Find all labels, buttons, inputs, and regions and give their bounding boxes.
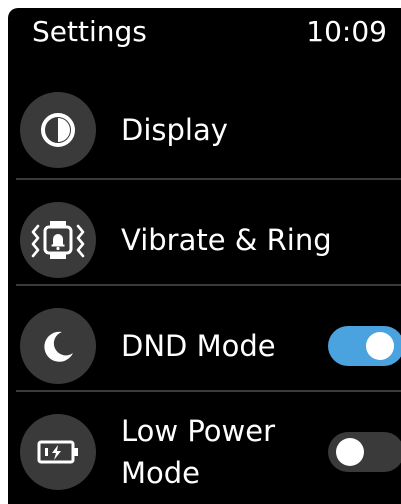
status-bar: Settings 10:09: [8, 8, 401, 56]
toggle-knob: [336, 438, 364, 466]
divider: [16, 284, 401, 286]
menu-item-dnd-mode[interactable]: DND Mode: [8, 288, 401, 396]
battery-charging-icon: [37, 440, 78, 464]
menu-item-label: DND Mode: [121, 329, 276, 363]
watch-screen: Settings 10:09 Display Vibrate & Ring DN…: [8, 8, 401, 504]
menu-item-label: Display: [121, 113, 228, 147]
vibrate-icon-circle: [20, 202, 96, 278]
toggle-knob: [366, 332, 394, 360]
divider: [16, 390, 401, 392]
menu-item-label: Vibrate & Ring: [121, 223, 332, 257]
dnd-icon-circle: [20, 308, 96, 384]
dnd-toggle[interactable]: [328, 326, 401, 366]
clock: 10:09: [306, 15, 387, 48]
menu-item-low-power-mode[interactable]: Low Power Mode: [8, 394, 401, 502]
display-contrast-icon: [41, 113, 75, 147]
divider: [16, 178, 401, 180]
low-power-toggle[interactable]: [328, 432, 401, 472]
menu-item-label: Low Power Mode: [121, 414, 276, 490]
page-title: Settings: [32, 15, 147, 48]
low-power-icon-circle: [20, 414, 96, 490]
display-icon-circle: [20, 92, 96, 168]
moon-icon: [44, 331, 73, 362]
menu-item-display[interactable]: Display: [8, 72, 401, 180]
menu-item-vibrate-ring[interactable]: Vibrate & Ring: [8, 182, 401, 290]
vibrate-ring-watch-icon: [31, 221, 85, 259]
